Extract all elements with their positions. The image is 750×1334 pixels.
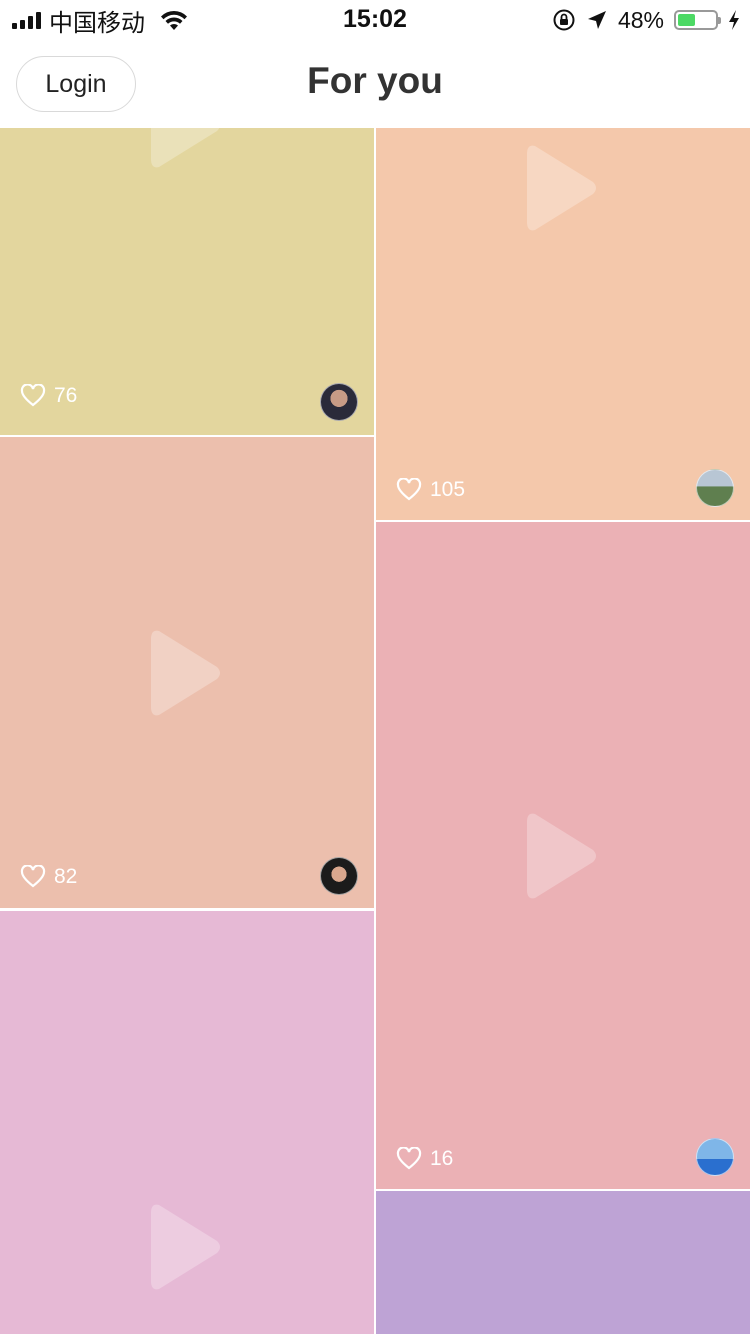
video-card[interactable]: 16 <box>376 522 750 1189</box>
play-icon <box>527 813 596 899</box>
heart-icon <box>396 1147 422 1170</box>
rotation-lock-icon <box>553 9 575 31</box>
battery-percent: 48% <box>617 6 664 33</box>
video-card[interactable]: 105 <box>376 128 750 520</box>
location-arrow-icon <box>587 11 606 29</box>
video-card[interactable] <box>376 1191 750 1334</box>
author-avatar[interactable] <box>696 469 734 507</box>
author-avatar[interactable] <box>320 383 358 421</box>
top-nav-bar: Login For you <box>0 40 750 128</box>
video-card[interactable] <box>0 911 374 1334</box>
author-avatar[interactable] <box>696 1138 734 1176</box>
like-count-value: 76 <box>54 384 78 407</box>
like-count: 16 <box>396 1147 453 1171</box>
play-icon <box>151 1204 220 1290</box>
battery-level-fill <box>678 14 695 26</box>
like-count: 76 <box>20 384 77 408</box>
like-count: 105 <box>396 478 465 502</box>
status-bar: 中国移动 15:02 48% <box>0 0 750 40</box>
battery-icon <box>674 10 721 30</box>
heart-icon <box>20 865 46 888</box>
play-icon <box>151 630 220 716</box>
play-icon <box>151 128 220 168</box>
author-avatar[interactable] <box>320 857 358 895</box>
status-right: 48% <box>552 6 740 34</box>
video-card[interactable]: 76 <box>0 128 374 435</box>
video-feed[interactable]: 76 82 105 16 <box>0 128 750 1334</box>
heart-icon <box>396 478 422 501</box>
video-card[interactable]: 82 <box>0 437 374 908</box>
like-count: 82 <box>20 865 77 889</box>
like-count-value: 82 <box>54 865 78 888</box>
like-count-value: 16 <box>430 1147 454 1170</box>
heart-icon <box>20 384 46 407</box>
page-title: For you <box>307 60 443 101</box>
charging-bolt-icon <box>729 10 739 30</box>
like-count-value: 105 <box>430 478 466 501</box>
play-icon <box>527 145 596 231</box>
